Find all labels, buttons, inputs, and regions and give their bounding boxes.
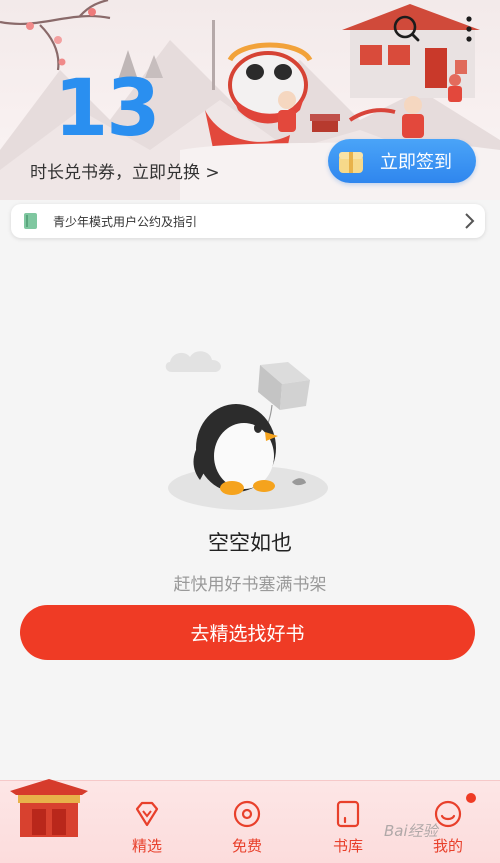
browse-featured-button[interactable]: 去精选找好书 (20, 605, 475, 660)
diamond-icon (135, 801, 159, 827)
tab-profile-label: 我的 (432, 837, 463, 855)
tab-free[interactable]: 免费 (217, 799, 277, 856)
search-icon[interactable] (390, 12, 424, 46)
smile-icon (434, 800, 462, 828)
exchange-link[interactable]: 时长兑书券，立即兑换 > (30, 158, 220, 183)
chevron-right-icon (465, 213, 475, 229)
library-icon (336, 800, 360, 828)
empty-state-title: 空空如也 (208, 531, 292, 555)
checkin-days-count: 13 (54, 64, 161, 154)
tab-featured-label: 精选 (131, 837, 162, 855)
bottom-navigation: 精选 免费 书库 我的 (0, 779, 500, 863)
palace-gate-icon (10, 779, 88, 837)
coin-icon (233, 800, 261, 828)
tab-free-label: 免费 (231, 837, 262, 855)
signin-button[interactable]: 立即签到 (328, 139, 476, 183)
more-vertical-icon[interactable] (452, 12, 486, 46)
empty-state-subtitle: 赶快用好书塞满书架 (173, 575, 327, 595)
notice-label: 青少年模式用户公约及指引 (53, 214, 198, 229)
header-banner: 13 时长兑书券，立即兑换 > 立即签到 (0, 0, 500, 200)
tab-library[interactable]: 书库 (318, 799, 378, 856)
gift-icon (339, 152, 363, 173)
notification-badge (466, 793, 476, 803)
youth-mode-notice[interactable]: 青少年模式用户公约及指引 (11, 204, 485, 238)
book-icon (24, 213, 37, 229)
penguin-empty-illustration (165, 351, 328, 510)
tab-profile[interactable]: 我的 (418, 799, 478, 856)
tab-featured[interactable]: 精选 (117, 799, 177, 856)
signin-label: 立即签到 (380, 152, 452, 173)
tab-library-label: 书库 (332, 837, 363, 855)
